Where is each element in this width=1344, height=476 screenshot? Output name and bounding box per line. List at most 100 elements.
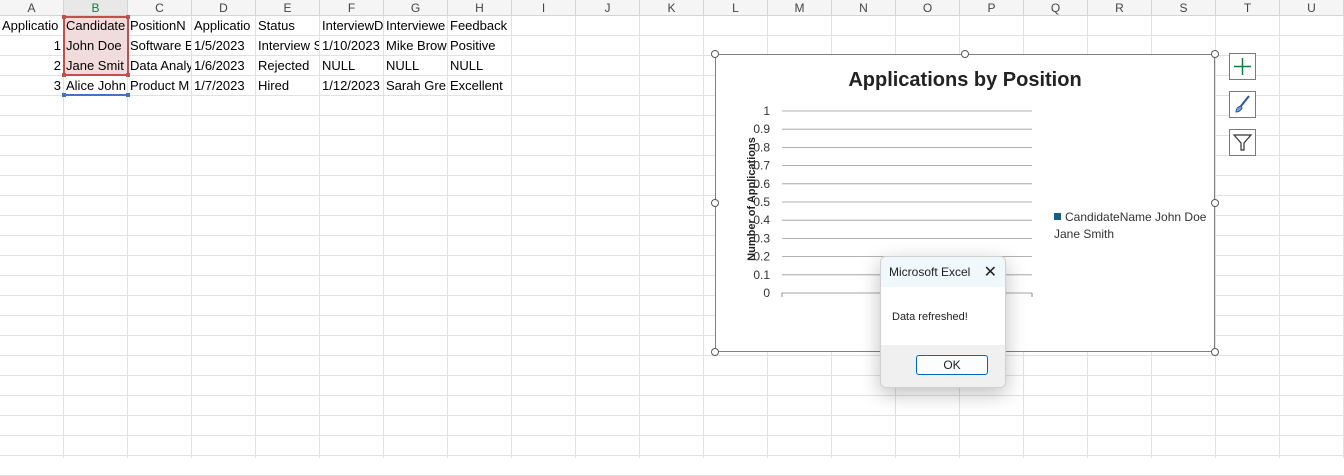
table-cell-a1[interactable]: Applicatio — [0, 16, 64, 36]
grid-line-v — [575, 16, 576, 458]
selection-handle[interactable] — [126, 93, 130, 97]
selection-handle[interactable] — [126, 73, 130, 77]
column-header-s[interactable]: S — [1152, 0, 1216, 16]
grid-line-h — [0, 355, 1344, 356]
table-cell-d3[interactable]: 1/6/2023 — [192, 56, 256, 76]
table-cell-c3[interactable]: Data Analy — [128, 56, 192, 76]
column-header-k[interactable]: K — [640, 0, 704, 16]
table-cell-d1[interactable]: Applicatio — [192, 16, 256, 36]
table-cell-e1[interactable]: Status — [256, 16, 320, 36]
y-tick-label: 0.7 — [753, 159, 770, 173]
table-cell-f2[interactable]: 1/10/2023 — [320, 36, 384, 56]
column-header-i[interactable]: I — [512, 0, 576, 16]
table-cell-a3[interactable]: 2 — [0, 56, 64, 76]
column-header-m[interactable]: M — [768, 0, 832, 16]
resize-handle-mr[interactable] — [1211, 199, 1219, 207]
chart-styles-button[interactable] — [1229, 91, 1256, 118]
message-dialog: Microsoft Excel ✕ Data refreshed! OK — [880, 256, 1006, 388]
table-cell-f1[interactable]: InterviewD — [320, 16, 384, 36]
column-header-j[interactable]: J — [576, 0, 640, 16]
selection-handle[interactable] — [62, 93, 66, 97]
resize-handle-tr[interactable] — [1211, 50, 1219, 58]
selection-handle[interactable] — [62, 15, 66, 19]
resize-handle-br[interactable] — [1211, 348, 1219, 356]
table-cell-g2[interactable]: Mike Brow — [384, 36, 448, 56]
table-cell-f4[interactable]: 1/12/2023 — [320, 76, 384, 96]
y-tick-label: 0.3 — [753, 231, 770, 245]
resize-handle-bl[interactable] — [711, 348, 719, 356]
column-header-d[interactable]: D — [192, 0, 256, 16]
table-cell-b4[interactable]: Alice John — [64, 76, 128, 96]
y-tick-label: 0.2 — [753, 250, 770, 264]
column-header-b[interactable]: B — [64, 0, 128, 16]
table-cell-h2[interactable]: Positive — [448, 36, 512, 56]
y-tick-label: 1 — [763, 104, 770, 118]
brush-icon — [1235, 95, 1250, 113]
table-cell-a4[interactable]: 3 — [0, 76, 64, 96]
grid-line-h — [0, 455, 1344, 456]
dialog-message: Data refreshed! — [892, 311, 968, 323]
y-tick-label: 0.5 — [753, 195, 770, 209]
grid-line-v — [1279, 16, 1280, 458]
grid-line-v — [639, 16, 640, 458]
y-tick-label: 0.6 — [753, 177, 770, 191]
table-cell-h1[interactable]: Feedback — [448, 16, 512, 36]
resize-handle-tm[interactable] — [961, 50, 969, 58]
column-header-t[interactable]: T — [1216, 0, 1280, 16]
legend-label-2: Jane Smith — [1054, 227, 1115, 241]
table-cell-e3[interactable]: Rejected — [256, 56, 320, 76]
resize-handle-ml[interactable] — [711, 199, 719, 207]
y-tick-label: 0.8 — [753, 140, 770, 154]
chart-elements-button[interactable] — [1229, 53, 1256, 80]
column-header-g[interactable]: G — [384, 0, 448, 16]
column-header-e[interactable]: E — [256, 0, 320, 16]
column-header-u[interactable]: U — [1280, 0, 1344, 16]
column-header-c[interactable]: C — [128, 0, 192, 16]
column-header-f[interactable]: F — [320, 0, 384, 16]
table-cell-b3[interactable]: Jane Smit — [64, 56, 128, 76]
resize-handle-tl[interactable] — [711, 50, 719, 58]
grid-line-h — [0, 395, 1344, 396]
table-cell-b1[interactable]: Candidate — [64, 16, 128, 36]
legend-label-1: CandidateName John Doe — [1065, 210, 1207, 224]
selection-handle[interactable] — [62, 73, 66, 77]
dialog-title: Microsoft Excel — [889, 265, 971, 279]
column-header-q[interactable]: Q — [1024, 0, 1088, 16]
table-cell-c1[interactable]: PositionN — [128, 16, 192, 36]
grid-line-h — [0, 435, 1344, 436]
table-cell-b2[interactable]: John Doe — [64, 36, 128, 56]
table-cell-h4[interactable]: Excellent — [448, 76, 512, 96]
grid-line-h — [0, 375, 1344, 376]
grid-line-v — [703, 16, 704, 458]
table-cell-g4[interactable]: Sarah Gre — [384, 76, 448, 96]
table-cell-d4[interactable]: 1/7/2023 — [192, 76, 256, 96]
table-cell-g1[interactable]: Interviewe — [384, 16, 448, 36]
column-header-p[interactable]: P — [960, 0, 1024, 16]
column-header-h[interactable]: H — [448, 0, 512, 16]
table-cell-f3[interactable]: NULL — [320, 56, 384, 76]
column-header-a[interactable]: A — [0, 0, 64, 16]
grid-line-h — [0, 415, 1344, 416]
table-cell-h3[interactable]: NULL — [448, 56, 512, 76]
column-header-l[interactable]: L — [704, 0, 768, 16]
chart-filters-button[interactable] — [1229, 129, 1256, 156]
legend-swatch — [1054, 213, 1061, 220]
filter-icon — [1232, 134, 1253, 151]
table-cell-d2[interactable]: 1/5/2023 — [192, 36, 256, 56]
close-icon[interactable]: ✕ — [984, 262, 997, 282]
table-cell-e2[interactable]: Interview S — [256, 36, 320, 56]
y-tick-label: 0 — [763, 286, 770, 300]
table-cell-e4[interactable]: Hired — [256, 76, 320, 96]
table-cell-a2[interactable]: 1 — [0, 36, 64, 56]
column-header-r[interactable]: R — [1088, 0, 1152, 16]
selection-handle[interactable] — [126, 15, 130, 19]
table-cell-g3[interactable]: NULL — [384, 56, 448, 76]
dialog-titlebar: Microsoft Excel ✕ — [881, 257, 1005, 287]
ok-button[interactable]: OK — [916, 355, 988, 375]
table-cell-c4[interactable]: Product M — [128, 76, 192, 96]
column-header-o[interactable]: O — [896, 0, 960, 16]
chart-legend[interactable]: CandidateName John Doe Jane Smith — [1054, 209, 1206, 243]
column-header-n[interactable]: N — [832, 0, 896, 16]
y-tick-label: 0.9 — [753, 122, 770, 136]
table-cell-c2[interactable]: Software E — [128, 36, 192, 56]
